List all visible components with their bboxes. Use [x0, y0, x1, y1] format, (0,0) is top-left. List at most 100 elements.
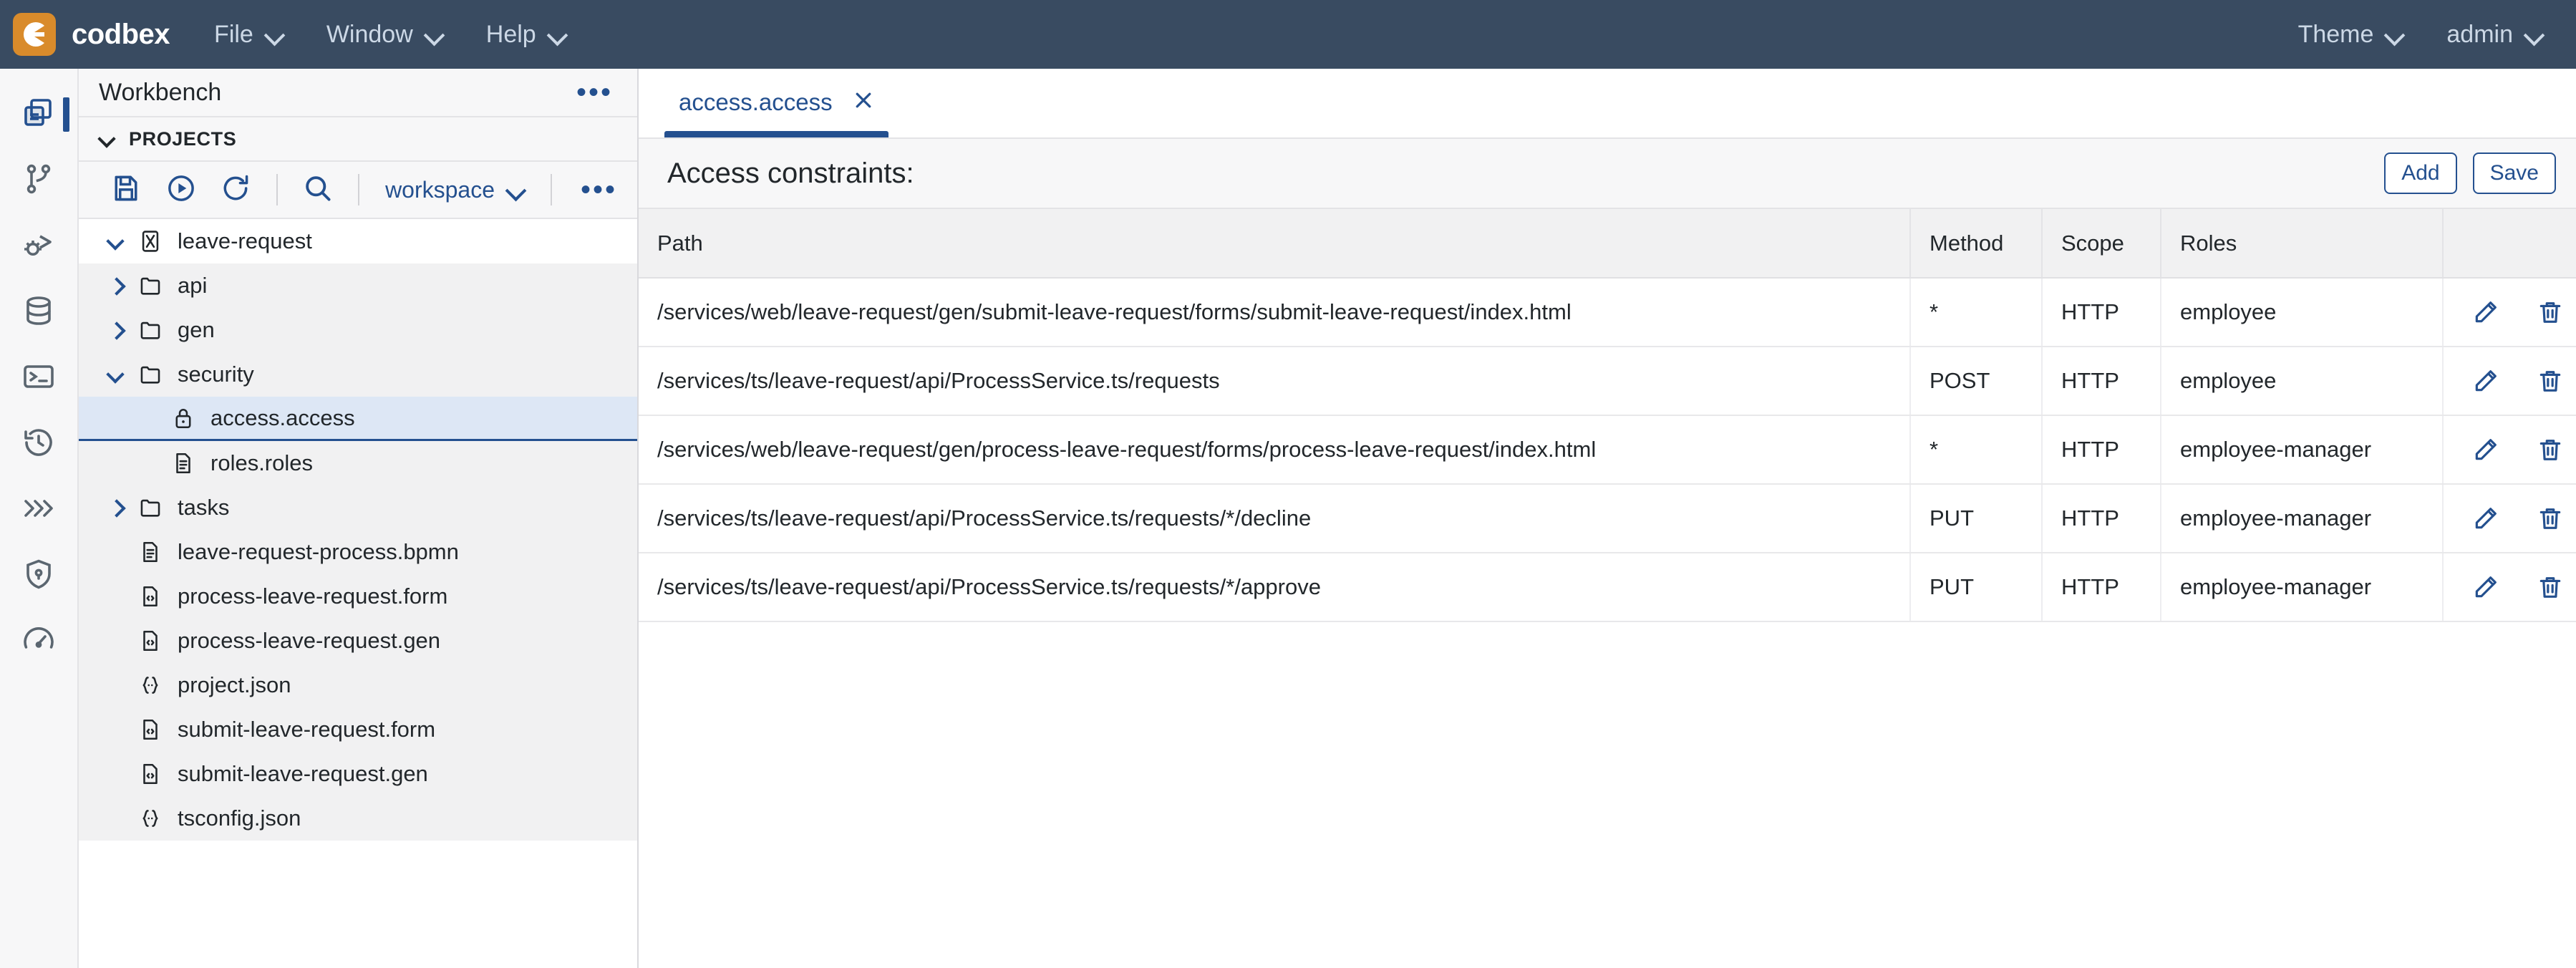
activity-item-jobs[interactable] — [0, 477, 78, 543]
table-body: /services/web/leave-request/gen/submit-l… — [639, 278, 2576, 622]
theme-selector[interactable]: Theme — [2295, 15, 2407, 54]
tree-item-process-leave-request-gen[interactable]: process-leave-request.gen — [79, 619, 637, 663]
sidebar-header: Workbench ••• — [79, 69, 637, 117]
file-code-icon — [132, 629, 169, 653]
save-button[interactable] — [99, 162, 154, 218]
cell-actions — [2443, 415, 2576, 485]
file-lines-icon — [132, 540, 169, 564]
refresh-button[interactable] — [208, 162, 263, 218]
trash-icon[interactable] — [2537, 436, 2564, 463]
tree-item-label: leave-request-process.bpmn — [178, 539, 459, 564]
tree-item-project-json[interactable]: project.json — [79, 663, 637, 707]
history-icon — [21, 425, 56, 463]
cell-scope: HTTP — [2042, 553, 2161, 622]
workbench-body: Workbench ••• PROJECTS workspace ••• lea… — [0, 69, 2576, 968]
tree-empty-area — [79, 841, 637, 898]
tree-item-api[interactable]: api — [79, 263, 637, 308]
tree-item-roles-roles[interactable]: roles.roles — [79, 441, 637, 485]
activity-item-terminal[interactable] — [0, 345, 78, 411]
pencil-icon[interactable] — [2472, 436, 2499, 463]
toolbar-separator — [358, 174, 360, 205]
cell-path: /services/web/leave-request/gen/submit-l… — [639, 278, 1911, 347]
search-button[interactable] — [291, 162, 346, 218]
tree-item-tsconfig-json[interactable]: tsconfig.json — [79, 796, 637, 841]
column-header-scope[interactable]: Scope — [2042, 209, 2161, 279]
tree-item-process-leave-request-form[interactable]: process-leave-request.form — [79, 574, 637, 619]
activity-item-git[interactable] — [0, 147, 78, 213]
file-code-icon — [132, 717, 169, 742]
cell-path: /services/ts/leave-request/api/ProcessSe… — [639, 484, 1911, 553]
tree-item-label: tasks — [178, 495, 230, 520]
tree-item-tasks[interactable]: tasks — [79, 485, 637, 530]
folder-icon — [132, 362, 169, 387]
tree-item-label: security — [178, 362, 254, 387]
cell-method: PUT — [1910, 553, 2043, 622]
activity-item-debugger[interactable] — [0, 213, 78, 279]
editor-empty-area — [639, 622, 2576, 968]
projects-section-header[interactable]: PROJECTS — [79, 117, 637, 162]
pencil-icon[interactable] — [2472, 573, 2499, 601]
project-tree: leave-request api gen security access.ac… — [79, 219, 637, 968]
trash-icon[interactable] — [2537, 505, 2564, 532]
activity-item-gauge[interactable] — [0, 609, 78, 674]
tree-item-access-access[interactable]: access.access — [79, 397, 637, 441]
menu-file[interactable]: File — [211, 15, 286, 54]
tab-access-access[interactable]: access.access — [654, 67, 899, 137]
chevron-right-icon[interactable] — [99, 500, 132, 516]
activity-item-database[interactable] — [0, 279, 78, 345]
close-icon[interactable] — [853, 89, 874, 116]
access-constraints-table: Path Method Scope Roles /services/web/le… — [639, 209, 2576, 622]
chevron-down-icon[interactable] — [99, 233, 132, 249]
activity-item-workbench[interactable] — [0, 82, 78, 147]
pencil-icon[interactable] — [2472, 299, 2499, 326]
column-header-path[interactable]: Path — [639, 209, 1911, 279]
cell-actions — [2443, 553, 2576, 622]
content-header: Access constraints: Add Save — [639, 139, 2576, 209]
ellipsis-icon[interactable]: ••• — [581, 175, 617, 204]
pencil-icon[interactable] — [2472, 367, 2499, 395]
chevron-right-icon[interactable] — [99, 322, 132, 338]
cell-method: POST — [1910, 347, 2043, 416]
trash-icon[interactable] — [2537, 573, 2564, 601]
tree-item-label: api — [178, 273, 208, 298]
activity-item-security[interactable] — [0, 543, 78, 609]
terminal-icon — [21, 359, 56, 397]
save-constraints-button[interactable]: Save — [2472, 153, 2556, 194]
workbench-icon — [21, 96, 56, 134]
table-row[interactable]: /services/ts/leave-request/api/ProcessSe… — [639, 347, 2576, 416]
jobs-icon — [21, 491, 56, 529]
tree-item-security[interactable]: security — [79, 352, 637, 397]
cell-roles: employee — [2161, 347, 2444, 416]
ellipsis-icon[interactable]: ••• — [576, 78, 613, 107]
table-row[interactable]: /services/web/leave-request/gen/process-… — [639, 415, 2576, 485]
trash-icon[interactable] — [2537, 367, 2564, 395]
tree-item-leave-request[interactable]: leave-request — [79, 219, 637, 263]
menu-help[interactable]: Help — [483, 15, 569, 54]
pencil-icon[interactable] — [2472, 505, 2499, 532]
tree-item-submit-leave-request-form[interactable]: submit-leave-request.form — [79, 707, 637, 752]
tree-item-leave-request-process-bpmn[interactable]: leave-request-process.bpmn — [79, 530, 637, 574]
cell-path: /services/ts/leave-request/api/ProcessSe… — [639, 347, 1911, 416]
trash-icon[interactable] — [2537, 299, 2564, 326]
codbex-logo-icon[interactable] — [13, 13, 56, 56]
tree-item-submit-leave-request-gen[interactable]: submit-leave-request.gen — [79, 752, 637, 796]
save-icon — [110, 173, 142, 208]
git-branch-icon — [21, 162, 56, 200]
chevron-right-icon[interactable] — [99, 278, 132, 294]
menu-file-label: File — [214, 20, 253, 48]
menu-window[interactable]: Window — [324, 15, 446, 54]
column-header-method[interactable]: Method — [1910, 209, 2043, 279]
table-row[interactable]: /services/ts/leave-request/api/ProcessSe… — [639, 484, 2576, 553]
tree-item-gen[interactable]: gen — [79, 308, 637, 352]
activity-item-history[interactable] — [0, 411, 78, 477]
chevron-down-icon — [425, 25, 443, 44]
user-menu[interactable]: admin — [2444, 15, 2546, 54]
chevron-down-icon[interactable] — [99, 367, 132, 382]
column-header-roles[interactable]: Roles — [2161, 209, 2444, 279]
table-row[interactable]: /services/web/leave-request/gen/submit-l… — [639, 278, 2576, 347]
table-row[interactable]: /services/ts/leave-request/api/ProcessSe… — [639, 553, 2576, 622]
workspace-dropdown[interactable]: workspace — [372, 177, 538, 203]
publish-button[interactable] — [154, 162, 209, 218]
add-button[interactable]: Add — [2384, 153, 2457, 194]
gauge-icon — [21, 623, 56, 661]
